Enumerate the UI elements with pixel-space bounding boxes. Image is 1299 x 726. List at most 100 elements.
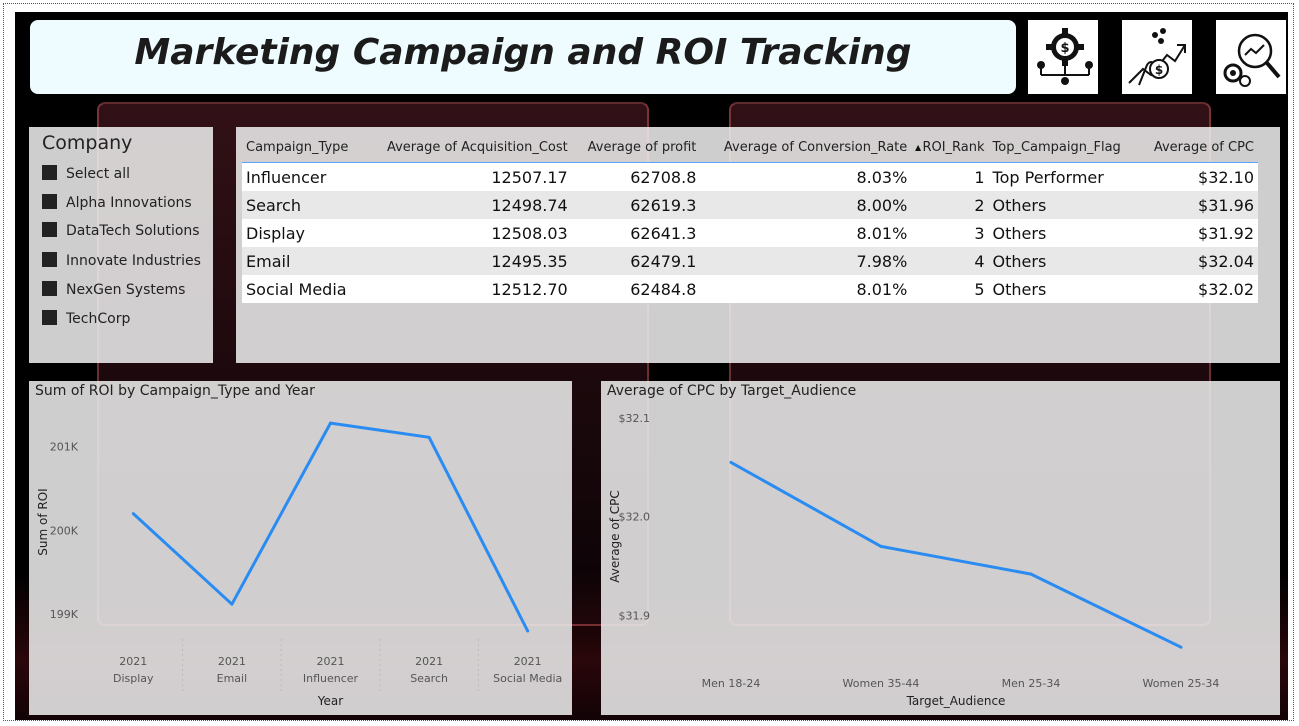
cell-cpc: $32.10 — [1138, 162, 1258, 191]
cell-conversion-rate: 8.03% — [700, 162, 912, 191]
column-header-profit[interactable]: Average of profit — [571, 132, 701, 163]
cell-campaign-type: Social Media — [242, 275, 364, 303]
checkbox-icon[interactable] — [42, 222, 57, 237]
cell-top-campaign-flag: Others — [988, 247, 1139, 275]
y-axis-title: Average of CPC — [608, 490, 622, 582]
column-header-cpc[interactable]: Average of CPC — [1138, 132, 1258, 163]
cell-conversion-rate: 7.98% — [700, 247, 912, 275]
cell-acquisition-cost: 12507.17 — [363, 162, 572, 191]
column-header-roi-rank[interactable]: ROI_Rank — [911, 132, 989, 163]
cell-roi-rank: 2 — [911, 191, 989, 219]
cell-acquisition-cost: 12495.35 — [363, 247, 572, 275]
checkbox-icon[interactable] — [42, 281, 57, 296]
cell-roi-rank: 5 — [911, 275, 989, 303]
cell-profit: 62479.1 — [571, 247, 701, 275]
column-header-top-campaign-flag[interactable]: Top_Campaign_Flag — [988, 132, 1139, 163]
x-tick-label: 2021 — [514, 655, 542, 668]
sort-ascending-icon[interactable]: ▲ — [915, 143, 921, 152]
cell-conversion-rate: 8.01% — [700, 219, 912, 247]
cell-campaign-type: Search — [242, 191, 364, 219]
y-tick-label: 201K — [50, 441, 79, 454]
campaign-table: Campaign_Type Average of Acquisition_Cos… — [242, 132, 1258, 303]
slicer-item-nexgen-systems[interactable]: NexGen Systems — [42, 281, 185, 301]
cpc-line-chart: Average of CPC by Target_Audience $32.1 $… — [601, 381, 1280, 715]
cell-cpc: $31.96 — [1138, 191, 1258, 219]
slicer-title: Company — [42, 132, 133, 154]
table-row[interactable]: Display 12508.03 62641.3 8.01% 3 Others … — [242, 219, 1258, 247]
x-tick-label: Women 25-34 — [1143, 677, 1220, 690]
x-tick-label: Email — [217, 672, 248, 685]
table-row[interactable]: Search 12498.74 62619.3 8.00% 2 Others $… — [242, 191, 1258, 219]
checkbox-icon[interactable] — [42, 252, 57, 267]
column-header-campaign-type[interactable]: Campaign_Type — [242, 132, 364, 163]
page-title: Marketing Campaign and ROI Tracking — [134, 32, 912, 73]
slicer-item-techcorp[interactable]: TechCorp — [42, 310, 130, 330]
cell-conversion-rate: 8.01% — [700, 275, 912, 303]
cell-cpc: $32.04 — [1138, 247, 1258, 275]
cell-campaign-type: Influencer — [242, 162, 364, 191]
checkbox-icon[interactable] — [42, 310, 57, 325]
cell-top-campaign-flag: Others — [988, 219, 1139, 247]
cell-top-campaign-flag: Others — [988, 191, 1139, 219]
cell-profit: 62484.8 — [571, 275, 701, 303]
analytics-search-gear-icon — [1216, 20, 1286, 94]
x-tick-label: Men 25-34 — [1002, 677, 1061, 690]
cell-roi-rank: 4 — [911, 247, 989, 275]
data-point — [1179, 645, 1183, 649]
x-tick-label: 2021 — [415, 655, 443, 668]
table-row[interactable]: Social Media 12512.70 62484.8 8.01% 5 Ot… — [242, 275, 1258, 303]
data-point — [729, 460, 733, 464]
slicer-item-alpha-innovations[interactable]: Alpha Innovations — [42, 194, 192, 214]
x-tick-label: Search — [410, 672, 448, 685]
x-tick-label: 2021 — [119, 655, 147, 668]
y-tick-label: 200K — [50, 524, 79, 537]
checkbox-icon[interactable] — [42, 165, 57, 180]
cell-acquisition-cost: 12508.03 — [363, 219, 572, 247]
cell-cpc: $31.92 — [1138, 219, 1258, 247]
roi-line-chart: Sum of ROI by Campaign_Type and Year 201… — [29, 381, 572, 715]
x-tick-label: 2021 — [317, 655, 345, 668]
y-tick-label: $31.9 — [619, 610, 651, 623]
cell-campaign-type: Email — [242, 247, 364, 275]
table-row[interactable]: Email 12495.35 62479.1 7.98% 4 Others $3… — [242, 247, 1258, 275]
cell-profit: 62641.3 — [571, 219, 701, 247]
table-header-row: Campaign_Type Average of Acquisition_Cos… — [242, 132, 1258, 163]
slicer-item-select-all[interactable]: Select all — [42, 165, 130, 185]
x-axis-title: Target_Audience — [906, 694, 1006, 708]
company-slicer: Company Select all Alpha Innovations Dat… — [29, 127, 213, 363]
column-header-conversion-rate[interactable]: Average of Conversion_Rate — [700, 132, 912, 163]
column-header-acquisition-cost[interactable]: Average of Acquisition_Cost — [363, 132, 572, 163]
y-axis-title: Sum of ROI — [36, 488, 50, 555]
svg-text:$: $ — [1155, 63, 1163, 77]
gear-dollar-network-icon: $ — [1028, 20, 1098, 94]
series-line — [730, 461, 1182, 649]
cell-acquisition-cost: 12512.70 — [363, 275, 572, 303]
x-tick-label: Women 35-44 — [843, 677, 920, 690]
data-point — [427, 435, 431, 439]
slicer-item-innovate-industries[interactable]: Innovate Industries — [42, 252, 201, 272]
cell-top-campaign-flag: Top Performer — [988, 162, 1139, 191]
x-tick-label: Influencer — [303, 672, 359, 685]
y-tick-label: 199K — [50, 608, 79, 621]
cell-acquisition-cost: 12498.74 — [363, 191, 572, 219]
checkbox-icon[interactable] — [42, 194, 57, 209]
cpc-chart-plot: $32.1 $32.0 $31.9 Men 18-24 Women 35-44 Men 2… — [608, 412, 1220, 708]
cell-conversion-rate: 8.00% — [700, 191, 912, 219]
cell-profit: 62619.3 — [571, 191, 701, 219]
slicer-item-datatech-solutions[interactable]: DataTech Solutions — [42, 222, 200, 242]
svg-text:$: $ — [1060, 41, 1069, 56]
cell-cpc: $32.02 — [1138, 275, 1258, 303]
campaign-table-panel: Campaign_Type Average of Acquisition_Cos… — [236, 127, 1280, 363]
hand-money-growth-icon: $ — [1122, 20, 1192, 94]
data-point — [131, 512, 135, 516]
cell-campaign-type: Display — [242, 219, 364, 247]
x-tick-label: Social Media — [493, 672, 562, 685]
table-row[interactable]: Influencer 12507.17 62708.8 8.03% 1 Top … — [242, 162, 1258, 191]
cell-top-campaign-flag: Others — [988, 275, 1139, 303]
data-point — [329, 421, 332, 425]
y-tick-label: $32.1 — [619, 412, 651, 425]
cell-roi-rank: 3 — [911, 219, 989, 247]
x-axis-title: Year — [317, 694, 343, 708]
data-point — [1029, 572, 1033, 576]
data-point — [879, 544, 883, 548]
